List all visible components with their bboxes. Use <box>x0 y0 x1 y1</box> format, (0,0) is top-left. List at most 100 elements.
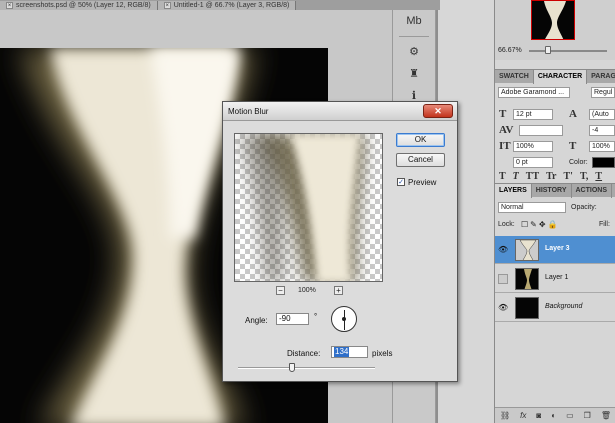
navigator-thumbnail[interactable] <box>531 0 575 40</box>
fill-label: Fill: <box>599 221 610 228</box>
tab-swatches[interactable]: SWATCH <box>495 70 534 84</box>
kerning-icon: AV <box>499 124 514 136</box>
layer-row-layer-1[interactable]: Layer 1 <box>495 265 615 293</box>
filter-preview-image <box>240 134 365 281</box>
distance-input[interactable]: 134 <box>331 346 368 358</box>
link-icon[interactable]: ⛓ <box>500 411 510 420</box>
leading-icon: A <box>569 108 577 120</box>
ok-button[interactable]: OK <box>396 133 445 147</box>
trash-icon[interactable]: 🗑 <box>601 411 611 420</box>
vertical-scale-icon: IT <box>499 140 511 152</box>
horizontal-scale-field[interactable]: 100% <box>589 141 615 152</box>
zoom-out-button[interactable]: − <box>276 286 285 295</box>
distance-label: Distance: <box>287 349 321 358</box>
leading-field[interactable]: (Auto <box>589 109 615 120</box>
mask-icon[interactable]: ◙ <box>536 411 541 420</box>
close-tab-icon[interactable]: × <box>6 1 13 9</box>
motion-blur-dialog: Motion Blur ✕ − 100% + OK Cancel ✓ Previ… <box>222 101 458 382</box>
clone-source-icon[interactable]: ♜ <box>401 64 427 82</box>
type-style-buttons: T T TT Tr T' T, T <box>499 171 602 182</box>
dialog-title: Motion Blur <box>228 107 269 116</box>
angle-input[interactable]: -90 <box>276 313 309 325</box>
tab-layers[interactable]: LAYERS <box>495 184 532 198</box>
filter-preview[interactable] <box>234 133 383 282</box>
document-tab-label: Untitled-1 @ 66.7% (Layer 3, RGB/8) <box>173 2 290 9</box>
tab-paragraph[interactable]: PARAG <box>587 70 615 84</box>
close-button[interactable]: ✕ <box>423 104 453 118</box>
tab-character[interactable]: CHARACTER <box>533 70 588 84</box>
eye-icon[interactable]: 👁 <box>498 303 508 313</box>
eye-icon[interactable]: 👁 <box>498 245 508 255</box>
small-caps-button[interactable]: Tr <box>546 171 556 182</box>
character-panel-tabs: SWATCH CHARACTER PARAG <box>495 69 615 84</box>
document-tab-untitled[interactable]: × Untitled-1 @ 66.7% (Layer 3, RGB/8) <box>157 1 297 10</box>
layers-panel: LAYERS HISTORY ACTIONS Normal Opacity: L… <box>495 183 615 423</box>
faux-italic-button[interactable]: T <box>513 171 519 182</box>
layer-thumbnail <box>515 297 539 319</box>
angle-label: Angle: <box>245 316 268 325</box>
adjustment-icon[interactable]: ◐ <box>551 411 556 420</box>
lock-icons[interactable]: ☐✎✥🔒 <box>521 220 560 229</box>
layer-name[interactable]: Layer 1 <box>545 274 568 281</box>
distance-slider-knob[interactable] <box>289 363 295 372</box>
layer-thumbnail-image <box>524 269 532 289</box>
layers-panel-tabs: LAYERS HISTORY ACTIONS <box>495 183 615 198</box>
opacity-label: Opacity: <box>571 204 597 211</box>
preview-checkbox[interactable]: ✓ <box>397 178 405 186</box>
cancel-button[interactable]: Cancel <box>396 153 445 167</box>
superscript-button[interactable]: T' <box>564 171 573 182</box>
navigator-zoom-slider-knob[interactable] <box>545 46 551 54</box>
faux-bold-button[interactable]: T <box>499 171 506 182</box>
font-style-select[interactable]: Regul <box>591 87 615 98</box>
distance-value: 134 <box>334 347 350 357</box>
preview-zoom-level: 100% <box>298 287 316 294</box>
fx-icon[interactable]: fx <box>520 411 526 420</box>
underline-button[interactable]: T <box>595 171 602 182</box>
vertical-scale-field[interactable]: 100% <box>513 141 553 152</box>
new-layer-icon[interactable]: ❐ <box>584 411 591 420</box>
right-panel-dock: 66.67% SWATCH CHARACTER PARAG Adobe Gara… <box>494 0 615 423</box>
blend-mode-select[interactable]: Normal <box>498 202 566 213</box>
layer-name[interactable]: Layer 3 <box>545 245 570 252</box>
layer-name[interactable]: Background <box>545 303 582 310</box>
folder-icon[interactable]: ▭ <box>566 411 574 420</box>
dialog-title-bar[interactable]: Motion Blur ✕ <box>223 102 457 121</box>
mini-bridge-icon[interactable]: Mb <box>401 12 427 30</box>
document-tab-label: screenshots.psd @ 50% (Layer 12, RGB/8) <box>16 2 151 9</box>
tab-history[interactable]: HISTORY <box>532 184 572 198</box>
degree-sign: ° <box>314 312 318 321</box>
angle-dial-center <box>342 317 346 321</box>
navigator-zoom-value[interactable]: 66.67% <box>498 47 522 54</box>
layer-row-background[interactable]: 👁 Background <box>495 294 615 322</box>
baseline-shift-field[interactable]: 0 pt <box>513 157 553 168</box>
text-color-swatch[interactable] <box>592 157 615 168</box>
pixels-unit-label: pixels <box>372 349 393 358</box>
layer-row-layer-3[interactable]: 👁 Layer 3 <box>495 236 615 264</box>
tab-actions[interactable]: ACTIONS <box>572 184 612 198</box>
preview-label[interactable]: Preview <box>408 178 436 187</box>
navigator-zoom-slider[interactable] <box>529 50 607 52</box>
separator <box>399 36 429 37</box>
navigator-panel: 66.67% <box>495 0 615 60</box>
zoom-in-button[interactable]: + <box>334 286 343 295</box>
document-tab-screenshots[interactable]: × screenshots.psd @ 50% (Layer 12, RGB/8) <box>0 1 158 10</box>
font-family-select[interactable]: Adobe Garamond ... <box>498 87 570 98</box>
document-tab-bar: × screenshots.psd @ 50% (Layer 12, RGB/8)… <box>0 0 440 10</box>
horizontal-scale-icon: T <box>569 140 577 152</box>
brush-presets-icon[interactable]: ⚙ <box>401 42 427 60</box>
color-label: Color: <box>569 159 588 166</box>
distance-slider[interactable] <box>238 367 375 369</box>
all-caps-button[interactable]: TT <box>526 171 539 182</box>
lock-label: Lock: <box>498 221 515 228</box>
font-size-icon: T <box>499 108 507 120</box>
subscript-button[interactable]: T, <box>580 171 588 182</box>
layer-thumbnail-image <box>519 240 537 260</box>
visibility-toggle[interactable] <box>498 274 508 284</box>
font-size-field[interactable]: 12 pt <box>513 109 553 120</box>
tracking-field[interactable]: -4 <box>589 125 615 136</box>
kerning-field[interactable] <box>519 125 563 136</box>
close-tab-icon[interactable]: × <box>163 1 171 9</box>
layers-bottom-toolbar: ⛓ fx ◙ ◐ ▭ ❐ 🗑 <box>495 407 615 423</box>
angle-dial[interactable] <box>331 306 357 332</box>
layer-thumbnail <box>515 268 539 290</box>
